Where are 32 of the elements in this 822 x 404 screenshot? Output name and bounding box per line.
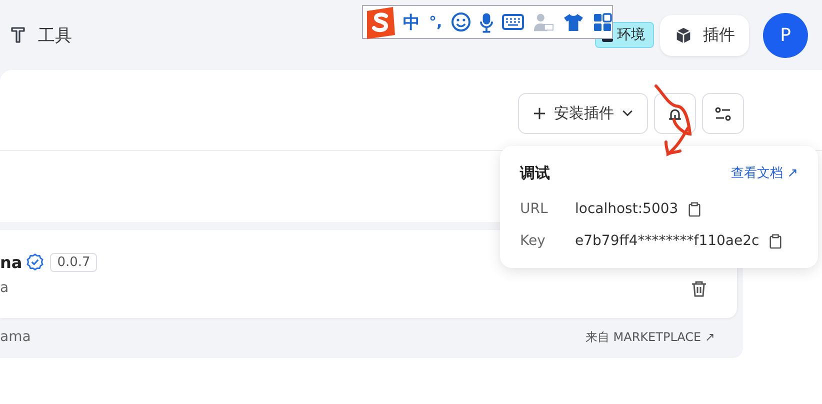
smiley-icon[interactable] xyxy=(451,12,472,32)
plugins-button[interactable]: 插件 xyxy=(660,14,749,56)
copy-icon[interactable] xyxy=(769,234,782,248)
field-value: e7b79ff4********f110ae2c xyxy=(575,233,760,249)
microphone-icon[interactable] xyxy=(480,12,494,32)
field-value: localhost:5003 xyxy=(575,201,678,217)
plugin-description: a xyxy=(0,280,10,296)
field-label: Key xyxy=(520,233,546,249)
popover-title: 调试 xyxy=(520,164,550,183)
plugin-name: na xyxy=(0,252,22,272)
settings-icon xyxy=(714,106,732,122)
chevron-down-icon xyxy=(622,110,633,117)
cube-icon xyxy=(674,26,693,44)
grid-icon[interactable] xyxy=(593,12,612,32)
docs-link[interactable]: 查看文档 ↗ xyxy=(730,164,798,183)
install-plugin-button[interactable]: 安装插件 xyxy=(518,93,648,134)
version-badge: 0.0.7 xyxy=(50,252,98,272)
language-mode[interactable]: 中 xyxy=(403,10,420,34)
trash-icon xyxy=(691,280,707,298)
field-label: URL xyxy=(520,201,549,217)
plugin-author: ama xyxy=(0,329,31,346)
marketplace-link[interactable]: 来自 MARKETPLACE ↗ xyxy=(585,329,715,346)
section-title: 工具 xyxy=(38,24,72,46)
keyboard-icon[interactable] xyxy=(502,14,524,30)
copy-icon[interactable] xyxy=(688,202,702,216)
shirt-icon[interactable] xyxy=(563,12,584,32)
tools-icon xyxy=(10,26,26,44)
badge-text: 环境 xyxy=(617,26,645,44)
plus-icon xyxy=(533,107,546,120)
settings-button[interactable] xyxy=(702,93,744,134)
punctuation-mode[interactable]: °, xyxy=(429,13,442,31)
user-avatar[interactable]: P xyxy=(763,12,808,58)
